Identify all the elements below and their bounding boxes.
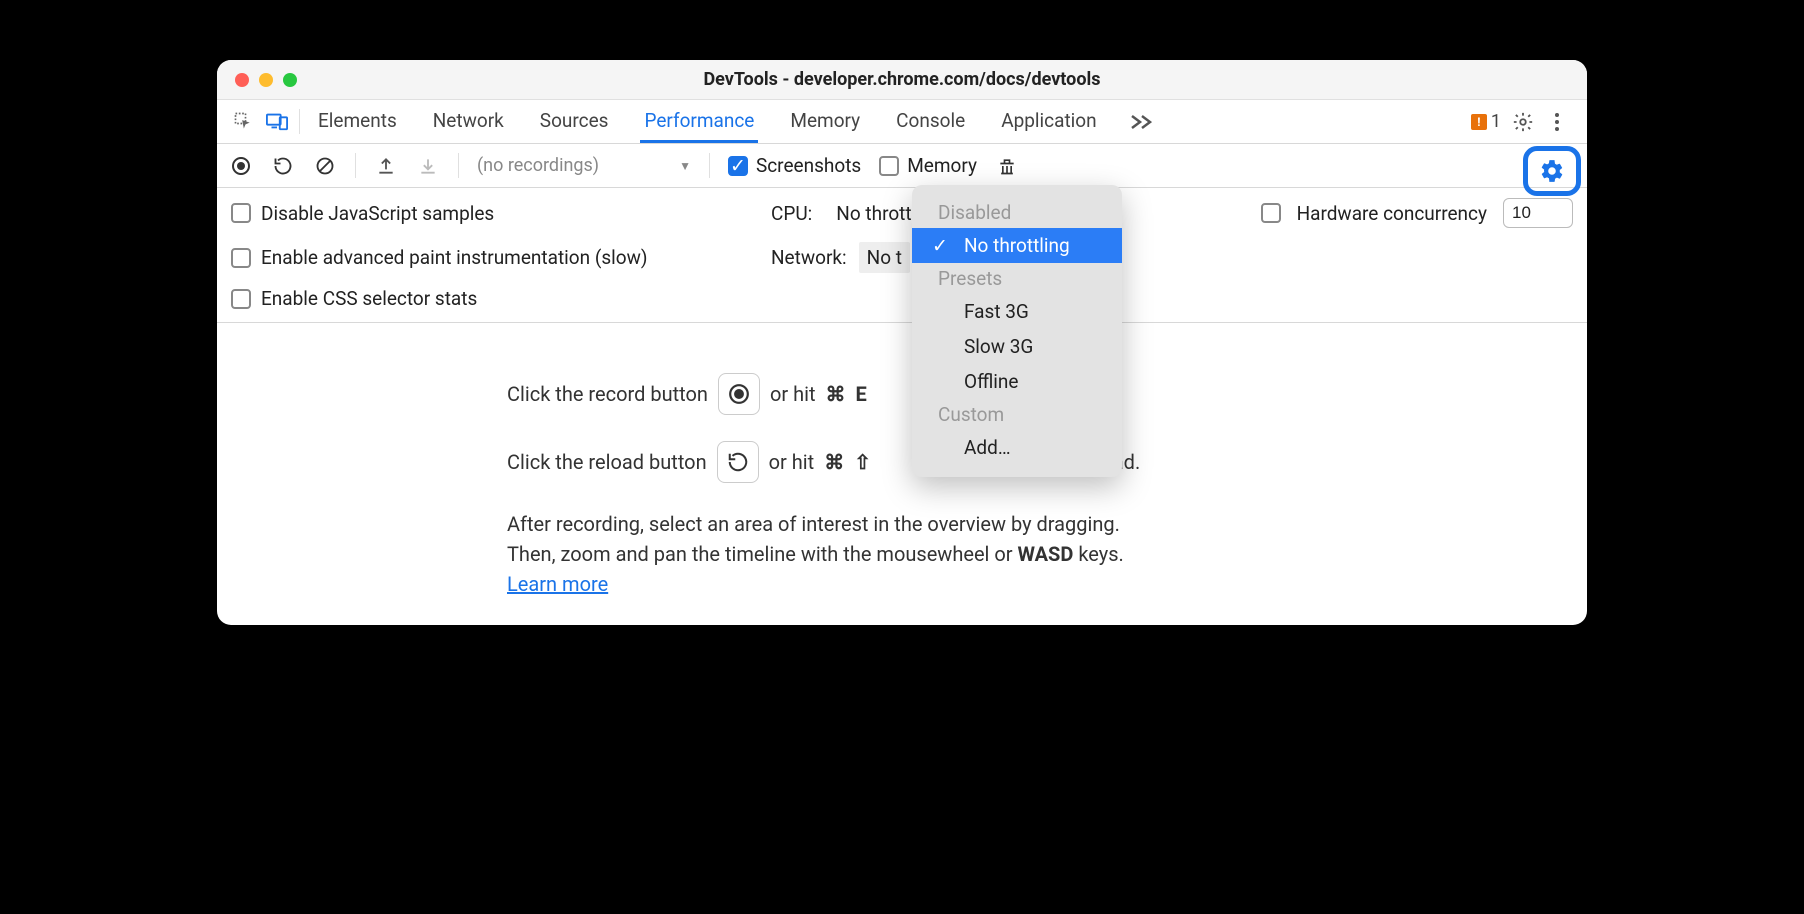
clear-button[interactable] [313,154,337,178]
download-icon[interactable] [416,154,440,178]
close-window-button[interactable] [235,73,249,87]
tab-memory[interactable]: Memory [786,100,864,143]
hint-reload-text-a: Click the reload button [507,447,707,477]
cpu-throttling-dropdown[interactable]: No thrott [828,200,919,227]
popup-group-custom: Custom [912,399,1122,430]
reload-button-inline[interactable] [717,441,759,483]
network-label: Network: [771,246,847,269]
main-tabbar: Elements Network Sources Performance Mem… [217,100,1587,144]
window-title: DevTools - developer.chrome.com/docs/dev… [217,69,1587,90]
enable-paint-label: Enable advanced paint instrumentation (s… [261,246,648,269]
cpu-label: CPU: [771,202,812,225]
learn-more-link[interactable]: Learn more [507,572,608,596]
throttling-popup: Disabled No throttling Presets Fast 3G S… [912,185,1122,477]
tab-elements[interactable]: Elements [314,100,401,143]
popup-item-fast-3g[interactable]: Fast 3G [912,294,1122,329]
screenshots-checkbox[interactable]: ✓ Screenshots [728,154,861,177]
checkbox-empty-icon [231,248,251,268]
record-button[interactable] [229,154,253,178]
warnings-count: 1 [1491,111,1501,132]
recordings-dropdown[interactable]: (no recordings) ▼ [477,155,691,176]
screenshots-label: Screenshots [756,154,861,177]
disable-js-checkbox[interactable]: Disable JavaScript samples [231,198,771,228]
hw-concurrency-input[interactable] [1503,198,1573,228]
recordings-label: (no recordings) [477,155,599,176]
enable-css-checkbox[interactable]: Enable CSS selector stats [231,287,771,310]
tab-application[interactable]: Application [997,100,1100,143]
tab-sources[interactable]: Sources [536,100,613,143]
kebab-menu-icon[interactable] [1545,110,1569,134]
capture-settings-button[interactable] [1523,146,1581,196]
enable-paint-checkbox[interactable]: Enable advanced paint instrumentation (s… [231,242,771,273]
maximize-window-button[interactable] [283,73,297,87]
checkbox-empty-icon [231,203,251,223]
memory-checkbox[interactable]: Memory [879,154,977,177]
popup-item-slow-3g[interactable]: Slow 3G [912,329,1122,364]
checkbox-checked-icon: ✓ [728,156,748,176]
enable-css-label: Enable CSS selector stats [261,287,477,310]
checkbox-empty-icon [231,289,251,309]
warnings-badge[interactable]: ! 1 [1471,111,1501,132]
settings-icon[interactable] [1511,110,1535,134]
warning-icon: ! [1471,114,1487,130]
record-button-inline[interactable] [718,373,760,415]
landing-content: Click the record button or hit ⌘ E ding.… [217,323,1587,625]
tab-network[interactable]: Network [429,100,508,143]
hint-record-text-a: Click the record button [507,379,708,409]
more-tabs-icon[interactable] [1129,110,1153,134]
cmd-key-icon: ⌘ [824,447,844,477]
performance-toolbar: (no recordings) ▼ ✓ Screenshots Memory [217,144,1587,188]
minimize-window-button[interactable] [259,73,273,87]
panel-tabs: Elements Network Sources Performance Mem… [304,100,1467,143]
popup-item-offline[interactable]: Offline [912,364,1122,399]
popup-group-presets: Presets [912,263,1122,294]
tab-performance[interactable]: Performance [640,100,758,143]
capture-settings-panel: Disable JavaScript samples CPU: No throt… [217,188,1587,323]
key-e: E [856,379,867,409]
inspect-icon[interactable] [231,109,255,133]
hint-reload-text-b: or hit [769,447,815,477]
titlebar: DevTools - developer.chrome.com/docs/dev… [217,60,1587,100]
hint-para-b: Then, zoom and pan the timeline with the… [507,542,1018,566]
disable-js-label: Disable JavaScript samples [261,202,494,225]
window-controls [217,73,297,87]
hint-para-c: keys. [1073,542,1123,566]
tab-console[interactable]: Console [892,100,969,143]
devtools-window: DevTools - developer.chrome.com/docs/dev… [217,60,1587,625]
upload-icon[interactable] [374,154,398,178]
network-throttling-dropdown[interactable]: No t [859,242,910,273]
wasd-text: WASD [1018,542,1074,566]
shift-key-icon: ⇧ [854,447,871,477]
memory-label: Memory [907,154,977,177]
popup-item-no-throttling[interactable]: No throttling [912,228,1122,263]
popup-item-add[interactable]: Add… [912,430,1122,465]
collect-garbage-icon[interactable] [995,154,1019,178]
hw-concurrency-label: Hardware concurrency [1297,202,1487,225]
reload-record-button[interactable] [271,154,295,178]
cmd-key-icon: ⌘ [826,379,846,409]
device-toggle-icon[interactable] [265,109,289,133]
checkbox-empty-icon [879,156,899,176]
checkbox-empty-icon [1261,203,1281,223]
chevron-down-icon: ▼ [679,159,691,173]
popup-group-disabled: Disabled [912,197,1122,228]
hint-record-text-b: or hit [770,379,816,409]
hint-para-a: After recording, select an area of inter… [507,512,1120,536]
